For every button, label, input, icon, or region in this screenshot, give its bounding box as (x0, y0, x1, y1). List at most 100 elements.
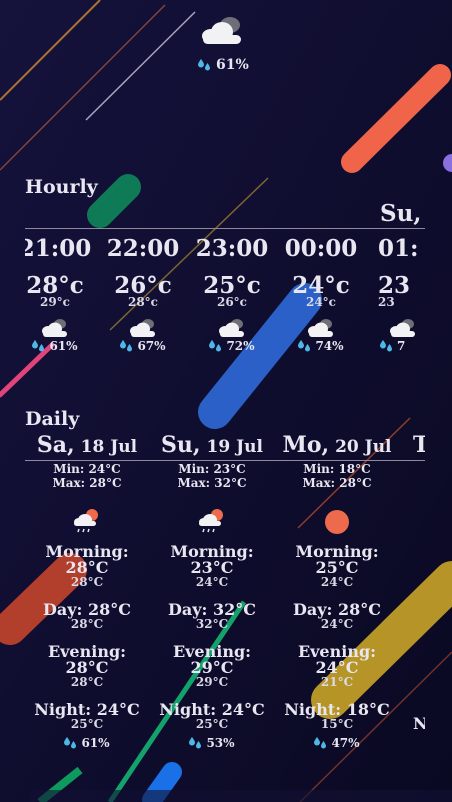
day-humidity-value: 61% (81, 736, 110, 750)
day-weekday: Su, (161, 432, 201, 458)
cloud-icon (42, 319, 67, 337)
night-temp: Night: 24°C (159, 700, 265, 719)
day-part-forecast: Day: 28°C 28°C (25, 600, 149, 631)
day-humidity: 61% (25, 736, 149, 750)
evening-forecast: Evening: 24°C 21°C (275, 644, 399, 689)
humidity-icon (32, 340, 45, 352)
hour-time: 01: (378, 235, 419, 262)
day-humidity: 53% (150, 736, 274, 750)
hourly-item: 01: 23 23 7 (366, 230, 425, 353)
cloud-icon (130, 319, 155, 337)
evening-temp: 28°C (65, 658, 109, 677)
hour-humidity-value: 72% (226, 339, 255, 353)
day-part-feels-like: 32°C (195, 617, 229, 631)
night-forecast: Night: 24°C 25°C (150, 700, 274, 731)
day-part-feels-like: 28°C (70, 617, 104, 631)
day-date: 18 Jul (74, 437, 138, 457)
day-weekday: Sa, (36, 432, 75, 458)
hour-humidity: 74% (277, 339, 365, 353)
day-name: Sa, 18 Jul (25, 432, 149, 462)
day-humidity-value: 47% (331, 736, 360, 750)
morning-feels-like: 24°C (195, 575, 229, 589)
cloud-icon (308, 319, 333, 337)
hour-time: 22:00 (106, 235, 180, 262)
daily-item: Sa, 18 Jul Min: 24°C Max: 28°C Morning: … (25, 432, 149, 750)
night-forecast: Night: 24°C 25°C (25, 700, 149, 731)
hour-humidity-value: 61% (49, 339, 78, 353)
day-part-temp: Day: 32°C (167, 600, 256, 619)
hour-humidity: 7 (378, 339, 425, 353)
cloud-sun-rain-icon (74, 509, 98, 533)
hour-humidity: 61% (25, 339, 99, 353)
cloud-icon (390, 319, 415, 337)
evening-temp: 24°C (315, 658, 359, 677)
hour-humidity-value: 7 (397, 339, 406, 353)
current-humidity: 61% (198, 57, 249, 73)
current-humidity-value: 61% (216, 57, 249, 73)
night-forecast: Night: 18°C 15°C (275, 700, 399, 731)
day-name: Mo, 20 Jul (275, 432, 399, 462)
hourly-day-label: Su, (380, 200, 422, 227)
hour-feels-like: 28°c (127, 295, 158, 309)
hour-time: 21:00 (25, 235, 92, 262)
daily-item: T N (413, 432, 425, 732)
hour-humidity-value: 67% (137, 339, 166, 353)
humidity-icon (314, 737, 327, 749)
humidity-icon (209, 340, 222, 352)
hourly-title: Hourly (25, 176, 98, 198)
day-name: Su, 19 Jul (150, 432, 274, 462)
night-feels-like: 15°C (320, 717, 354, 731)
day-weekday: T (413, 432, 425, 458)
cloud-icon (202, 17, 241, 44)
day-date: 20 Jul (329, 437, 392, 457)
sun-icon (325, 510, 349, 534)
day-humidity: 47% (275, 736, 399, 750)
day-date: 19 Jul (200, 437, 263, 457)
humidity-icon (64, 737, 77, 749)
evening-forecast: Evening: 29°C 29°C (150, 644, 274, 689)
humidity-icon (380, 340, 392, 352)
hour-time: 23:00 (195, 235, 269, 262)
day-max: Max: 28°C (52, 476, 122, 490)
cloud-sun-rain-icon (199, 509, 223, 533)
hour-humidity-value: 74% (315, 339, 344, 353)
humidity-icon (298, 340, 311, 352)
morning-forecast: Morning: 25°C 24°C (275, 544, 399, 589)
hour-feels-like: 24°c (305, 295, 336, 309)
evening-feels-like: 21°C (320, 675, 354, 689)
evening-feels-like: 28°C (70, 675, 104, 689)
evening-temp: 29°C (190, 658, 234, 677)
morning-feels-like: 28°C (70, 575, 104, 589)
day-min: Min: 18°C (303, 462, 371, 476)
morning-forecast: Morning: 23°C 24°C (150, 544, 274, 589)
hourly-item: 21:00 28°c 29°c 61% (25, 230, 99, 353)
daily-forecast-list[interactable]: Sa, 18 Jul Min: 24°C Max: 28°C Morning: … (25, 432, 425, 772)
hour-humidity: 72% (188, 339, 276, 353)
night-temp: Night: 24°C (34, 700, 140, 719)
day-part-forecast: Day: 32°C 32°C (150, 600, 274, 631)
morning-forecast: Morning: 28°C 28°C (25, 544, 149, 589)
daily-title: Daily (25, 408, 80, 430)
hour-time: 00:00 (284, 235, 358, 262)
hourly-item: 23:00 25°c 26°c 72% (188, 230, 276, 353)
hourly-item: 00:00 24°c 24°c 74% (277, 230, 365, 353)
day-min: Min: 24°C (53, 462, 121, 476)
cloud-icon (219, 319, 244, 337)
day-part-feels-like: 24°C (320, 617, 354, 631)
day-part-temp: Day: 28°C (42, 600, 131, 619)
morning-temp: 28°C (65, 558, 109, 577)
hourly-divider (25, 228, 425, 229)
humidity-icon (189, 737, 202, 749)
hour-humidity: 67% (99, 339, 187, 353)
morning-feels-like: 24°C (320, 575, 354, 589)
evening-forecast: Evening: 28°C 28°C (25, 644, 149, 689)
hourly-forecast-list[interactable]: 21:00 28°c 29°c 61% 22:00 26°c 28°c 67% … (25, 230, 425, 368)
day-part-forecast: Day: 28°C 24°C (275, 602, 399, 631)
day-max: Max: 32°C (177, 476, 247, 490)
morning-temp: 23°C (190, 558, 234, 577)
humidity-icon (198, 59, 210, 71)
morning-temp: 25°C (315, 558, 359, 577)
night-temp: Night: 18°C (284, 700, 390, 719)
daily-item: Mo, 20 Jul Min: 18°C Max: 28°C Morning: … (275, 432, 399, 750)
night-feels-like: 25°C (70, 717, 104, 731)
